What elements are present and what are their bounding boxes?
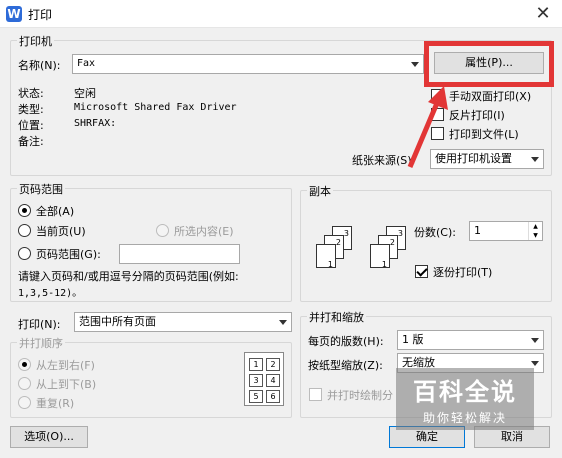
page-order-cell: 2 [266,358,280,371]
copies-count-input[interactable]: 1 ▲ ▼ [469,221,543,241]
chevron-down-icon [531,338,539,343]
draw-borders-checkbox[interactable] [309,388,322,401]
status-value: 空闲 [74,87,96,100]
duplex-label: 手动双面打印(X) [449,90,532,103]
page-range-hint-line1: 请键入页码和/或用逗号分隔的页码范围(例如: [18,270,239,283]
window-title: 打印 [28,8,53,22]
page-range-hint-line2: 1,3,5-12)。 [18,288,83,299]
page-range-group-label: 页码范围 [17,181,65,197]
chevron-down-icon [279,320,287,325]
copies-count-value: 1 [474,224,481,237]
comment-label: 备注: [18,135,44,148]
print-what-label: 打印(N): [18,318,61,331]
chevron-down-icon [531,361,539,366]
page-stack-icon: 321 [316,226,356,276]
location-value: SHRFAX: [74,118,117,129]
range-pages-label: 页码范围(G): [36,248,101,261]
order-top-to-bottom-label: 从上到下(B) [36,378,97,391]
printer-group-label: 打印机 [17,33,54,49]
printer-name-select[interactable]: Fax [72,54,424,74]
collate-order-group-label: 并打顺序 [17,335,65,351]
status-label: 状态: [18,87,44,100]
pages-per-sheet-select[interactable]: 1 版 [397,330,544,350]
scale-label: 按纸型缩放(Z): [308,359,383,372]
order-repeat-radio[interactable] [18,396,31,409]
options-button[interactable]: 选项(O)... [10,426,88,448]
page-order-cell: 3 [249,374,263,387]
printer-name-value: Fax [77,58,96,69]
pages-per-sheet-value: 1 版 [402,333,424,346]
printer-name-label: 名称(N): [18,59,61,72]
zoom-group-label: 并打和缩放 [307,309,366,325]
chevron-down-icon [531,157,539,162]
print-what-value: 范围中所有页面 [79,315,156,328]
collate-checkbox[interactable] [415,265,428,278]
location-label: 位置: [18,119,44,132]
range-current-label: 当前页(U) [36,225,86,238]
range-all-label: 全部(A) [36,205,75,218]
order-top-to-bottom-radio[interactable] [18,377,31,390]
order-left-to-right-label: 从左到右(F) [36,359,95,372]
page-order-cell: 5 [249,390,263,403]
draw-borders-label: 并打时绘制分 [327,389,393,402]
stack-page: 1 [370,244,390,269]
watermark: 百科全说 助你轻松解决 [396,368,534,430]
pages-per-sheet-label: 每页的版数(H): [308,335,384,348]
collate-label: 逐份打印(T) [433,266,493,279]
page-order-cell: 1 [249,358,263,371]
page-range-input[interactable] [119,244,240,264]
close-button[interactable]: ✕ [532,3,554,25]
range-all-radio[interactable] [18,204,31,217]
type-value: Microsoft Shared Fax Driver [74,102,237,113]
range-current-radio[interactable] [18,224,31,237]
title-bar: W 打印 ✕ [0,0,562,28]
properties-button[interactable]: 属性(P)... [434,52,544,74]
wps-writer-icon: W [6,6,22,22]
reverse-print-label: 反片打印(I) [449,109,505,122]
watermark-subtitle: 助你轻松解决 [422,411,507,425]
order-left-to-right-radio[interactable] [18,358,31,371]
chevron-down-icon [411,62,419,67]
print-what-select[interactable]: 范围中所有页面 [74,312,292,332]
copies-group-label: 副本 [307,183,333,199]
page-order-cell: 6 [266,390,280,403]
copies-count-label: 份数(C): [414,226,456,239]
print-to-file-label: 打印到文件(L) [449,128,519,141]
type-label: 类型: [18,103,44,116]
page-order-preview-icon: 123456 [244,352,284,406]
page-stack-icon: 321 [370,226,410,276]
range-selection-label: 所选内容(E) [174,225,234,238]
range-pages-radio[interactable] [18,247,31,260]
stack-page: 1 [316,244,336,269]
order-repeat-label: 重复(R) [36,397,75,410]
copies-spinner[interactable]: ▲ ▼ [528,222,542,240]
red-arrow-icon [407,86,448,168]
watermark-title: 百科全说 [413,378,517,406]
range-selection-radio[interactable] [156,224,169,237]
page-order-cell: 4 [266,374,280,387]
